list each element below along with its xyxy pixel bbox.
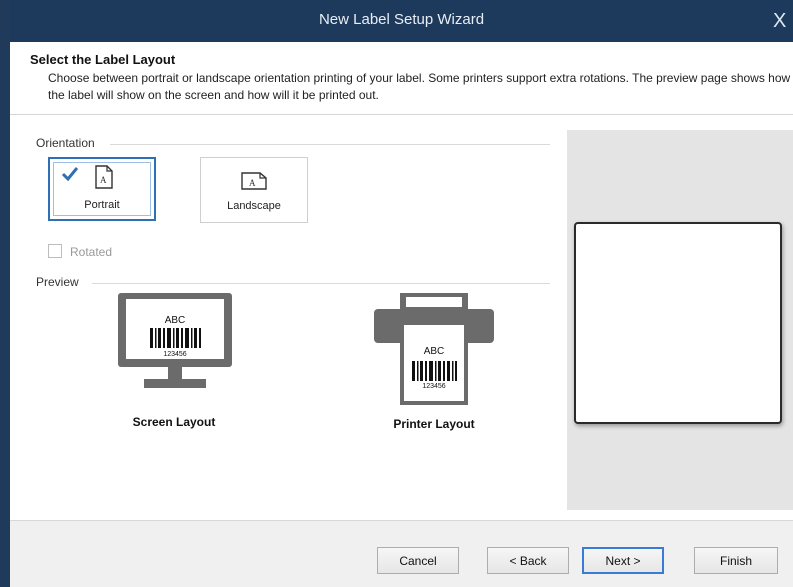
wizard-window: New Label Setup Wizard X Select the Labe… (10, 0, 793, 587)
title-bar[interactable]: New Label Setup Wizard X (10, 0, 793, 42)
landscape-label: Landscape (227, 200, 281, 212)
wizard-content: Orientation A Portrait A Landscape Rotat… (10, 115, 793, 520)
rotated-checkbox[interactable]: Rotated (48, 244, 112, 259)
monitor-icon (118, 293, 232, 388)
portrait-page-icon: A (95, 165, 113, 189)
window-title: New Label Setup Wizard (318, 11, 485, 28)
portrait-option-button[interactable]: A Portrait (48, 157, 156, 221)
cancel-button[interactable]: Cancel (377, 547, 459, 574)
wizard-header: Select the Label Layout Choose between p… (10, 42, 793, 115)
svg-text:A: A (249, 178, 256, 188)
printer-sample-number: 123456 (422, 383, 446, 390)
orientation-group-label: Orientation (36, 136, 95, 150)
landscape-page-icon: A (241, 172, 267, 190)
screen-sample-text: ABC (164, 315, 186, 326)
wizard-footer: Cancel < Back Next > Finish (10, 520, 793, 587)
printer-sample-text: ABC (423, 346, 445, 357)
preview-group-label: Preview (36, 275, 79, 289)
next-button[interactable]: Next > (582, 547, 664, 574)
label-preview-canvas (574, 222, 782, 424)
printer-layout-caption: Printer Layout (393, 417, 475, 431)
label-preview-pane (567, 130, 793, 510)
rotated-checkbox-box[interactable] (48, 244, 62, 258)
orientation-divider (110, 144, 550, 145)
landscape-option-button[interactable]: A Landscape (200, 157, 308, 223)
screen-layout-caption: Screen Layout (132, 415, 216, 429)
svg-text:A: A (100, 175, 107, 185)
close-icon[interactable]: X (773, 8, 793, 34)
checkmark-icon (62, 167, 78, 181)
preview-divider (92, 283, 550, 284)
portrait-label: Portrait (84, 199, 120, 211)
rotated-label: Rotated (70, 245, 113, 259)
screen-sample-number: 123456 (163, 351, 187, 358)
back-button[interactable]: < Back (487, 547, 569, 574)
page-title: Select the Label Layout (30, 52, 176, 67)
finish-button[interactable]: Finish (694, 547, 778, 574)
page-description: Choose between portrait or landscape ori… (48, 71, 791, 102)
